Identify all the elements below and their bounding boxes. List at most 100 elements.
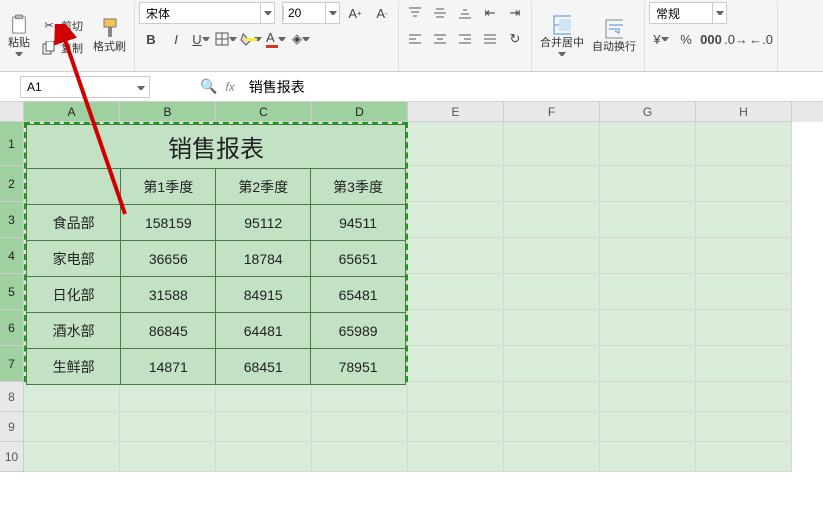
grid-cell[interactable] <box>600 166 696 202</box>
table-data-cell[interactable]: 78951 <box>311 349 406 385</box>
zoom-icon[interactable]: 🔍 <box>200 78 217 95</box>
row-header[interactable]: 9 <box>0 412 24 442</box>
row-header[interactable]: 4 <box>0 238 24 274</box>
grid-cell[interactable] <box>408 442 504 472</box>
align-bottom-button[interactable] <box>453 2 477 24</box>
row-header[interactable]: 5 <box>0 274 24 310</box>
cut-button[interactable]: ✂ 剪切 <box>36 15 87 37</box>
grid-cell[interactable] <box>504 238 600 274</box>
comma-style-button[interactable]: 000 <box>699 28 723 50</box>
grid-cell[interactable] <box>600 382 696 412</box>
grid-cell[interactable] <box>600 310 696 346</box>
table-data-cell[interactable]: 158159 <box>121 205 216 241</box>
table-row-label[interactable]: 日化部 <box>27 277 121 313</box>
table-header-cell[interactable]: 第3季度 <box>311 169 406 205</box>
number-format-select[interactable]: 常规 <box>649 2 727 24</box>
column-header[interactable]: G <box>600 102 696 122</box>
grid-cell[interactable] <box>600 122 696 166</box>
format-painter-button[interactable]: 格式刷 <box>89 18 130 56</box>
column-header[interactable]: D <box>312 102 408 122</box>
table-data-cell[interactable]: 86845 <box>121 313 216 349</box>
grid-cell[interactable] <box>696 346 792 382</box>
grid-cell[interactable] <box>408 202 504 238</box>
column-header[interactable]: F <box>504 102 600 122</box>
grid-cell[interactable] <box>600 202 696 238</box>
copy-button[interactable]: 复制 <box>36 37 87 59</box>
grid-cell[interactable] <box>696 166 792 202</box>
font-name-select[interactable]: 宋体 <box>139 2 275 24</box>
grid-cell[interactable] <box>216 442 312 472</box>
table-data-cell[interactable]: 94511 <box>311 205 406 241</box>
grid-cell[interactable] <box>696 274 792 310</box>
grid-cell[interactable] <box>504 202 600 238</box>
grid-cell[interactable] <box>600 442 696 472</box>
table-data-cell[interactable]: 31588 <box>121 277 216 313</box>
percent-button[interactable]: % <box>674 28 698 50</box>
row-header[interactable]: 8 <box>0 382 24 412</box>
grid-cell[interactable] <box>696 382 792 412</box>
grid-cell[interactable] <box>504 442 600 472</box>
row-header[interactable]: 10 <box>0 442 24 472</box>
column-header[interactable]: E <box>408 102 504 122</box>
row-header[interactable]: 1 <box>0 122 24 166</box>
table-data-cell[interactable]: 36656 <box>121 241 216 277</box>
table-header-cell[interactable]: 第2季度 <box>216 169 311 205</box>
formula-input[interactable]: 销售报表 <box>243 77 823 97</box>
grid-cell[interactable] <box>696 310 792 346</box>
chevron-down-icon[interactable] <box>558 50 566 58</box>
column-header[interactable]: C <box>216 102 312 122</box>
underline-button[interactable]: U <box>189 28 213 50</box>
align-top-button[interactable] <box>403 2 427 24</box>
table-data-cell[interactable]: 14871 <box>121 349 216 385</box>
select-all-corner[interactable] <box>0 102 24 122</box>
wrap-text-button[interactable]: 自动换行 <box>588 18 640 56</box>
decrease-decimal-button[interactable]: ←.0 <box>749 28 773 50</box>
table-title-cell[interactable]: 销售报表 <box>27 125 406 169</box>
table-header-cell[interactable]: 第1季度 <box>121 169 216 205</box>
grid-cell[interactable] <box>408 274 504 310</box>
font-color-button[interactable]: A <box>264 28 288 50</box>
table-row-label[interactable]: 生鲜部 <box>27 349 121 385</box>
table-row-label[interactable]: 食品部 <box>27 205 121 241</box>
table-header-cell[interactable] <box>27 169 121 205</box>
grid-cell[interactable] <box>24 382 120 412</box>
align-right-button[interactable] <box>453 28 477 50</box>
grid-cell[interactable] <box>24 442 120 472</box>
table-data-cell[interactable]: 65989 <box>311 313 406 349</box>
increase-decimal-button[interactable]: .0→ <box>724 28 748 50</box>
grid-cell[interactable] <box>696 238 792 274</box>
grid-cell[interactable] <box>408 238 504 274</box>
grid-cell[interactable] <box>312 382 408 412</box>
table-data-cell[interactable]: 65481 <box>311 277 406 313</box>
align-middle-button[interactable] <box>428 2 452 24</box>
table-data-cell[interactable]: 68451 <box>216 349 311 385</box>
grid-cell[interactable] <box>600 412 696 442</box>
grid-cell[interactable] <box>504 310 600 346</box>
grid-cell[interactable] <box>312 412 408 442</box>
grid-cell[interactable] <box>408 166 504 202</box>
column-header[interactable]: B <box>120 102 216 122</box>
grid-cell[interactable] <box>504 166 600 202</box>
currency-button[interactable]: ¥ <box>649 28 673 50</box>
merge-center-button[interactable]: 合并居中 <box>536 14 588 60</box>
grid-cell[interactable] <box>120 382 216 412</box>
grid-cell[interactable] <box>408 382 504 412</box>
column-header[interactable]: H <box>696 102 792 122</box>
grid-cell[interactable] <box>504 274 600 310</box>
grid-cell[interactable] <box>24 412 120 442</box>
table-data-cell[interactable]: 95112 <box>216 205 311 241</box>
column-header[interactable]: A <box>24 102 120 122</box>
decrease-indent-button[interactable]: ⇤ <box>478 2 502 24</box>
align-left-button[interactable] <box>403 28 427 50</box>
orientation-button[interactable]: ↻ <box>503 28 527 50</box>
grid-cell[interactable] <box>408 346 504 382</box>
fill-color-button[interactable] <box>239 28 263 50</box>
grid-cell[interactable] <box>696 412 792 442</box>
grid-cell[interactable] <box>696 202 792 238</box>
grid-cell[interactable] <box>408 412 504 442</box>
name-box[interactable]: A1 <box>20 76 150 98</box>
table-data-cell[interactable]: 84915 <box>216 277 311 313</box>
decrease-font-button[interactable]: A- <box>370 2 394 24</box>
grid-cell[interactable] <box>408 122 504 166</box>
paste-button[interactable]: 粘贴 <box>4 14 34 60</box>
